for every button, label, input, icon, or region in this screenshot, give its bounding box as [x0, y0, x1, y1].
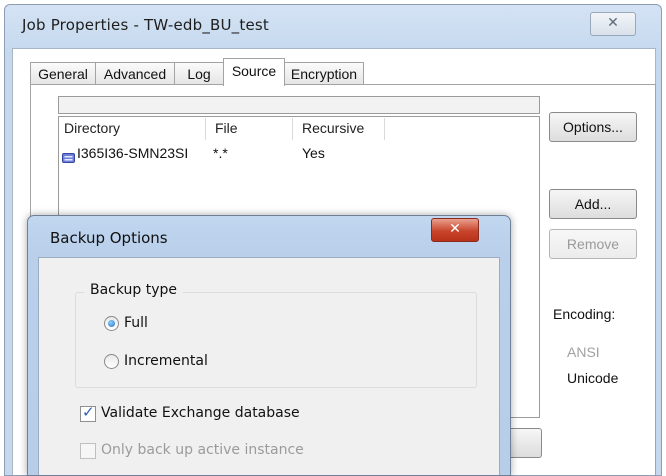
row-recursive: Yes [302, 145, 325, 161]
active-instance-label[interactable]: Only back up active instance [101, 442, 304, 458]
tab-source[interactable]: Source [223, 58, 285, 86]
incremental-radio[interactable] [104, 354, 119, 369]
row-file: *.* [213, 145, 228, 161]
backup-type-label: Backup type [84, 282, 184, 298]
column-divider[interactable] [384, 118, 385, 140]
column-header-recursive[interactable]: Recursive [302, 120, 364, 136]
close-icon: ✕ [607, 15, 619, 31]
validate-exchange-label[interactable]: Validate Exchange database [101, 405, 300, 421]
server-icon [62, 148, 75, 163]
encoding-option-ansi[interactable]: ANSI [567, 344, 600, 360]
backup-type-group [75, 292, 477, 388]
close-icon: ✕ [449, 221, 461, 237]
incremental-radio-label[interactable]: Incremental [124, 353, 208, 369]
dialog-title: Backup Options [50, 229, 168, 247]
full-radio-label[interactable]: Full [124, 315, 148, 331]
column-header-file[interactable]: File [215, 120, 238, 136]
row-directory: I365I36-SMN23SI [77, 145, 189, 161]
window-close-button[interactable]: ✕ [590, 12, 636, 36]
add-button[interactable]: Add... [549, 189, 637, 219]
tab-general[interactable]: General [30, 62, 96, 85]
column-divider[interactable] [292, 118, 293, 140]
validate-exchange-checkbox[interactable] [80, 403, 96, 422]
column-header-directory[interactable]: Directory [64, 120, 120, 136]
tab-encryption[interactable]: Encryption [284, 62, 364, 85]
options-button[interactable]: Options... [549, 112, 637, 142]
tab-log[interactable]: Log [174, 62, 224, 85]
encoding-option-unicode[interactable]: Unicode [567, 370, 618, 386]
column-divider[interactable] [205, 118, 206, 140]
dialog-close-button[interactable]: ✕ [431, 218, 479, 242]
list-toolbar-strip [58, 96, 540, 114]
tab-advanced[interactable]: Advanced [95, 62, 175, 85]
window-title: Job Properties - TW-edb_BU_test [22, 16, 269, 34]
active-instance-checkbox[interactable] [80, 443, 96, 459]
full-radio[interactable] [104, 316, 119, 331]
encoding-label: Encoding: [553, 306, 616, 322]
remove-button[interactable]: Remove [549, 229, 637, 259]
